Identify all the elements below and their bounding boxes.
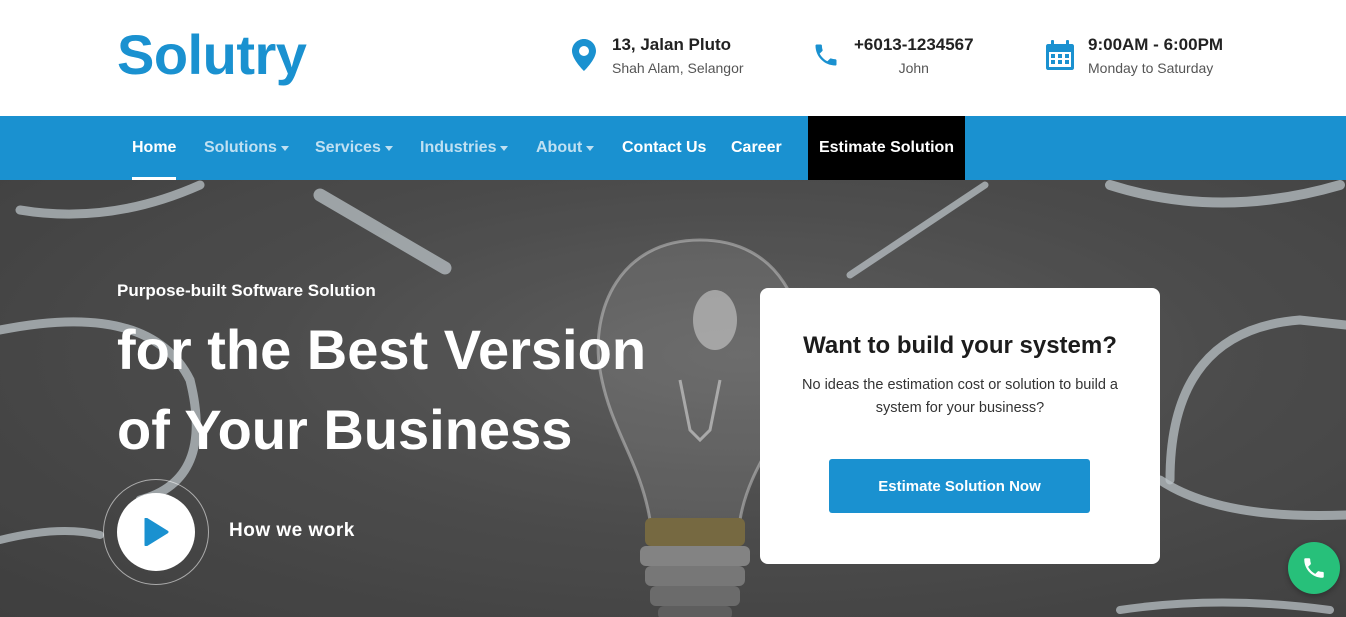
hours-info: 9:00AM - 6:00PM Monday to Saturday xyxy=(1046,34,1223,80)
nav-item-label: Solutions xyxy=(204,139,277,156)
card-description: No ideas the estimation cost or solution… xyxy=(802,377,1118,416)
top-header: Solutry 13, Jalan Pluto Shah Alam, Selan… xyxy=(0,0,1346,116)
calendar-icon xyxy=(1046,38,1074,72)
caret-down-icon xyxy=(384,146,393,151)
hours-days: Monday to Saturday xyxy=(1088,60,1214,76)
nav-item-contact[interactable]: Contact Us xyxy=(622,116,706,180)
nav-item-label: Home xyxy=(132,139,177,156)
address-line2: Shah Alam, Selangor xyxy=(612,60,744,76)
nav-item-label: Contact Us xyxy=(622,139,707,156)
nav-item-label: Industries xyxy=(420,139,497,156)
nav-item-about[interactable]: About xyxy=(536,116,595,180)
phone-info: +6013-1234567 John xyxy=(812,34,974,80)
hours-time: 9:00AM - 6:00PM xyxy=(1088,35,1224,54)
nav-item-industries[interactable]: Industries xyxy=(420,116,509,180)
hero-title-line1: for the Best Version xyxy=(117,318,647,381)
how-we-work-link[interactable]: How we work xyxy=(229,520,355,542)
nav-item-home[interactable]: Home xyxy=(132,116,177,180)
hero-section: Purpose-built Software Solution for the … xyxy=(0,180,1346,617)
estimate-solution-nav-button[interactable]: Estimate Solution xyxy=(808,116,965,180)
phone-icon xyxy=(812,38,840,72)
address-info: 13, Jalan Pluto Shah Alam, Selangor xyxy=(570,34,744,80)
map-pin-icon xyxy=(570,38,598,72)
nav-item-services[interactable]: Services xyxy=(315,116,393,180)
estimate-solution-now-button[interactable]: Estimate Solution Now xyxy=(829,459,1090,513)
hero-subtitle: Purpose-built Software Solution xyxy=(117,281,376,300)
whatsapp-phone-icon xyxy=(1304,558,1324,578)
caret-down-icon xyxy=(586,146,595,151)
main-nav: Home Solutions Services Industries About… xyxy=(0,116,1346,180)
caret-down-icon xyxy=(280,146,289,151)
nav-item-career[interactable]: Career xyxy=(731,116,782,180)
address-line1: 13, Jalan Pluto xyxy=(612,35,732,54)
whatsapp-float-button[interactable] xyxy=(1288,542,1340,594)
site-logo[interactable]: Solutry xyxy=(117,22,307,87)
caret-down-icon xyxy=(500,146,509,151)
nav-item-label: About xyxy=(536,139,583,156)
phone-number[interactable]: +6013-1234567 xyxy=(854,34,974,56)
hero-title-line2: of Your Business xyxy=(117,398,573,461)
phone-contact-name: John xyxy=(898,60,929,76)
nav-item-label: Career xyxy=(731,139,782,156)
estimate-card: Want to build your system? No ideas the … xyxy=(760,288,1160,564)
nav-item-label: Services xyxy=(315,139,381,156)
play-video-button[interactable] xyxy=(117,493,195,571)
nav-item-solutions[interactable]: Solutions xyxy=(204,116,289,180)
hero-title: for the Best Version of Your Business xyxy=(117,310,646,470)
play-icon xyxy=(144,518,169,546)
card-title: Want to build your system? xyxy=(803,332,1117,359)
